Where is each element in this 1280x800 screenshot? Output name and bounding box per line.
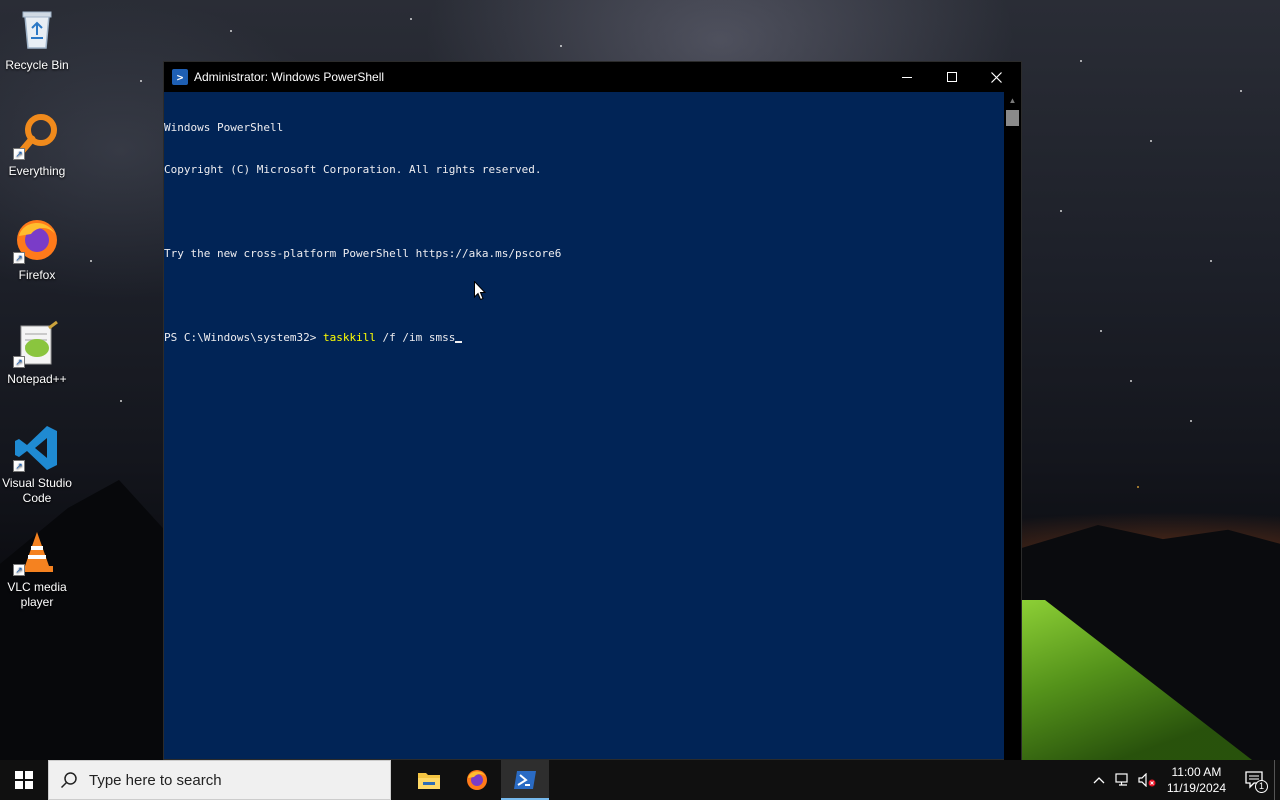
console-line: Windows PowerShell — [164, 121, 284, 134]
system-tray: 11:00 AM 11/19/2024 1 — [1087, 760, 1280, 800]
desktop-icon-label: Visual Studio Code — [2, 476, 72, 505]
volume-muted-icon[interactable] — [1135, 760, 1159, 800]
desktop-icon-label: Notepad++ — [7, 372, 67, 386]
taskbar-firefox[interactable] — [453, 760, 501, 800]
notepadpp-icon: ↗ — [13, 320, 61, 368]
console-command-args: /f /im smss — [375, 331, 456, 344]
desktop-icon-everything[interactable]: ↗ Everything — [0, 112, 74, 179]
desktop-icon-label: Firefox — [18, 268, 56, 282]
powershell-icon — [514, 771, 536, 789]
desktop-icon-notepadpp[interactable]: ↗ Notepad++ — [0, 320, 74, 387]
scroll-up-arrow-icon[interactable]: ▲ — [1004, 92, 1021, 109]
vlc-cone-icon: ↗ — [13, 528, 61, 576]
desktop-icon-vscode[interactable]: ↗ Visual Studio Code — [0, 424, 74, 506]
everything-search-icon: ↗ — [13, 112, 61, 160]
minimize-icon — [901, 76, 912, 78]
clock-time: 11:00 AM — [1171, 765, 1222, 779]
file-explorer-icon — [418, 773, 440, 789]
console-line: Copyright (C) Microsoft Corporation. All… — [164, 163, 542, 176]
network-icon[interactable] — [1111, 760, 1135, 800]
firefox-icon — [467, 770, 487, 790]
vertical-scrollbar[interactable]: ▲ — [1004, 92, 1021, 760]
console-output[interactable]: Windows PowerShell Copyright (C) Microso… — [164, 92, 1005, 760]
firefox-icon: ↗ — [13, 216, 61, 264]
taskbar: Type here to search 11:00 AM 11/19/2024 … — [0, 760, 1280, 800]
taskbar-search-box[interactable]: Type here to search — [48, 760, 391, 800]
taskbar-file-explorer[interactable] — [405, 760, 453, 800]
recycle-bin-icon — [13, 6, 61, 54]
close-button[interactable] — [974, 62, 1019, 92]
powershell-icon: > — [172, 69, 188, 85]
maximize-button[interactable] — [929, 62, 974, 92]
desktop-icon-label: Recycle Bin — [5, 58, 69, 72]
action-center-button[interactable]: 1 — [1234, 760, 1274, 800]
desktop-icon-recycle-bin[interactable]: Recycle Bin — [0, 6, 74, 73]
console-prompt: PS C:\Windows\system32> — [164, 331, 323, 344]
desktop-icon-vlc[interactable]: ↗ VLC media player — [0, 528, 74, 610]
taskbar-powershell[interactable] — [501, 760, 549, 800]
search-placeholder: Type here to search — [89, 771, 222, 789]
minimize-button[interactable] — [884, 62, 929, 92]
window-titlebar[interactable]: > Administrator: Windows PowerShell — [164, 62, 1021, 92]
desktop-icon-label: Everything — [8, 164, 66, 178]
start-button[interactable] — [0, 760, 48, 800]
clock-date: 11/19/2024 — [1166, 781, 1226, 795]
console-line: Try the new cross-platform PowerShell ht… — [164, 247, 562, 260]
powershell-window[interactable]: > Administrator: Windows PowerShell Wind… — [163, 61, 1022, 760]
desktop-icon-label: VLC media player — [7, 580, 67, 609]
windows-logo-icon — [15, 771, 33, 789]
window-title: Administrator: Windows PowerShell — [194, 70, 385, 84]
show-hidden-icons-chevron-icon[interactable] — [1087, 760, 1111, 800]
console-command-name: taskkill — [322, 331, 376, 344]
vscode-icon: ↗ — [13, 424, 61, 472]
taskbar-clock[interactable]: 11:00 AM 11/19/2024 — [1159, 764, 1234, 796]
scrollbar-thumb[interactable] — [1006, 110, 1019, 126]
console-input-line[interactable]: PS C:\Windows\system32> taskkill /f /im … — [164, 331, 1005, 345]
maximize-icon — [946, 72, 957, 82]
text-cursor — [455, 341, 463, 343]
mouse-pointer-icon — [474, 281, 486, 301]
notification-count-badge: 1 — [1255, 780, 1268, 793]
search-icon — [49, 771, 89, 789]
desktop-icon-firefox[interactable]: ↗ Firefox — [0, 216, 74, 283]
close-icon — [991, 71, 1002, 83]
